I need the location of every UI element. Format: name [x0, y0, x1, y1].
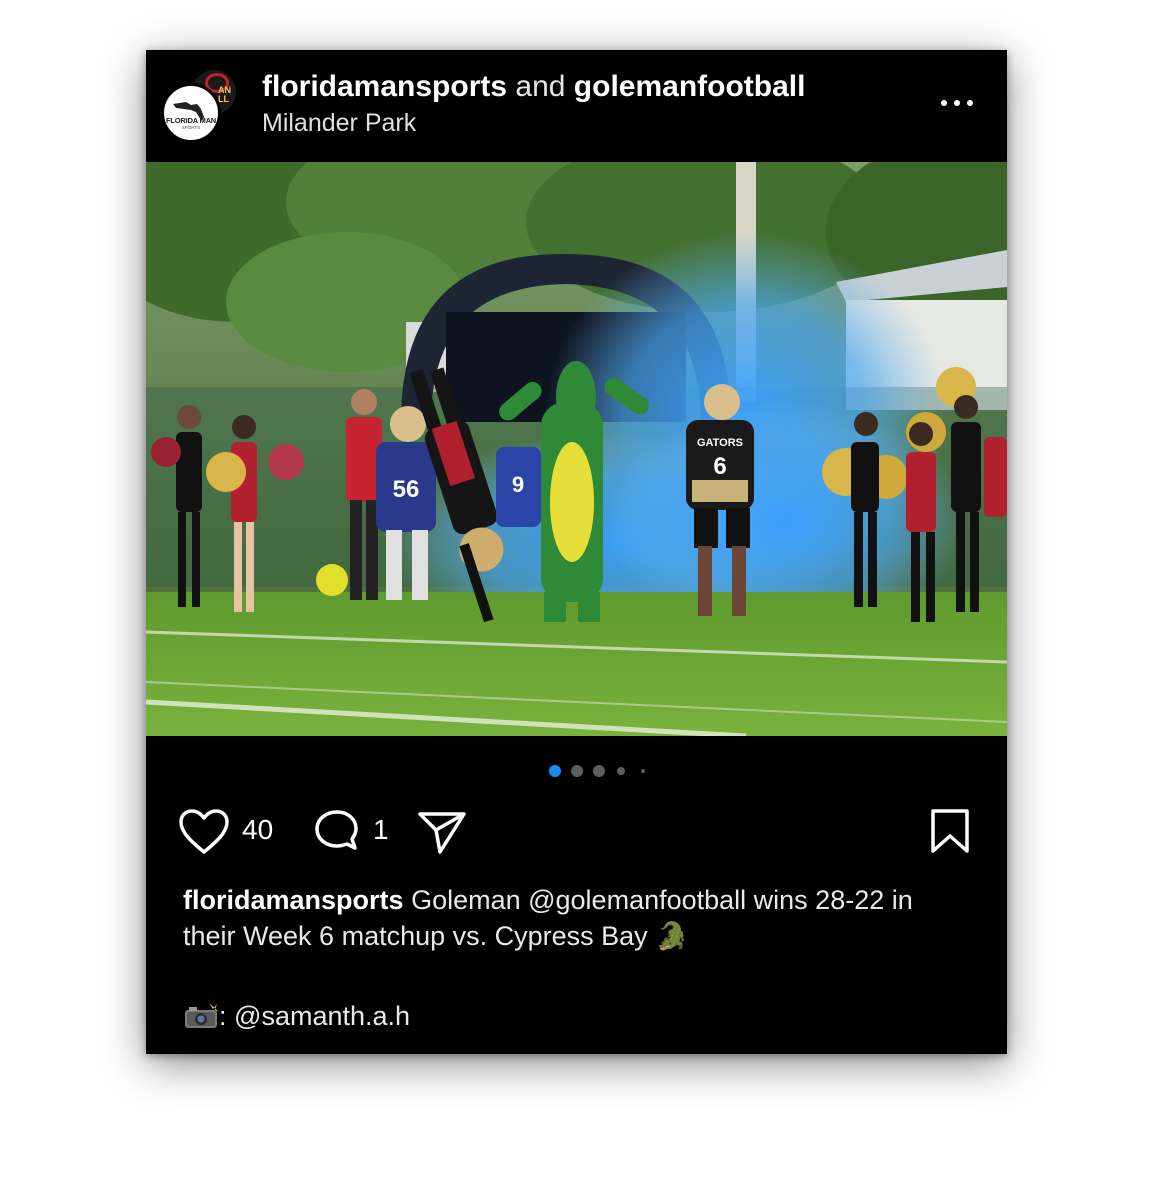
team-name: GATORS: [697, 437, 743, 449]
like-count[interactable]: 40: [242, 814, 273, 846]
post-location[interactable]: Milander Park: [262, 108, 416, 138]
post-actions-bar: 40 1: [146, 804, 1007, 858]
avatar-primary-subtext: SPORTS: [181, 125, 201, 130]
author-primary-link[interactable]: floridamansports: [262, 70, 507, 103]
camera-flash-icon: [185, 1003, 219, 1028]
instagram-post-card: AN LL FLORIDA MAN SPORTS floridamansports…: [146, 50, 1007, 1054]
jersey-number: 56: [393, 476, 420, 503]
authors-joiner: and: [515, 70, 566, 103]
avatar-primary-text: FLORIDA MAN: [165, 116, 216, 125]
credit-prefix: :: [219, 1001, 227, 1031]
post-header: AN LL FLORIDA MAN SPORTS floridamansports…: [146, 50, 1007, 162]
carousel-dot[interactable]: [617, 767, 625, 775]
avatar-secondary-text: AN LL: [218, 85, 231, 104]
carousel-indicator: [146, 764, 1007, 778]
more-dot: [967, 100, 973, 106]
share-icon[interactable]: [416, 808, 468, 856]
more-options-icon[interactable]: [940, 88, 976, 118]
jersey-number: 9: [512, 472, 524, 497]
post-caption: floridamansports Goleman @golemanfootbal…: [183, 882, 943, 954]
alligator-emoji: 🐊: [655, 921, 689, 951]
florida-silhouette-icon: [173, 102, 204, 121]
bookmark-icon[interactable]: [929, 807, 971, 855]
heart-icon[interactable]: [178, 808, 230, 856]
jersey-number: 6: [713, 453, 726, 480]
post-authors: floridamansports and golemanfootball: [262, 70, 805, 104]
photo-credit: : @samanth.a.h: [183, 998, 410, 1034]
post-photo[interactable]: 56 9 GATORS 6: [146, 162, 1007, 736]
author-secondary-link[interactable]: golemanfootball: [574, 70, 806, 103]
caption-username[interactable]: floridamansports: [183, 885, 404, 915]
more-dot: [941, 100, 947, 106]
comment-icon[interactable]: [312, 808, 362, 858]
more-dot: [954, 100, 960, 106]
football-entrance-photo: 56 9 GATORS 6: [146, 162, 1007, 736]
comment-count[interactable]: 1: [373, 814, 389, 846]
floridamansports-avatar[interactable]: FLORIDA MAN SPORTS: [161, 83, 221, 143]
credit-handle-link[interactable]: @samanth.a.h: [234, 1001, 410, 1031]
carousel-dot[interactable]: [641, 769, 645, 773]
carousel-dot-active[interactable]: [549, 765, 561, 777]
carousel-dot[interactable]: [571, 765, 583, 777]
carousel-dot[interactable]: [593, 765, 605, 777]
